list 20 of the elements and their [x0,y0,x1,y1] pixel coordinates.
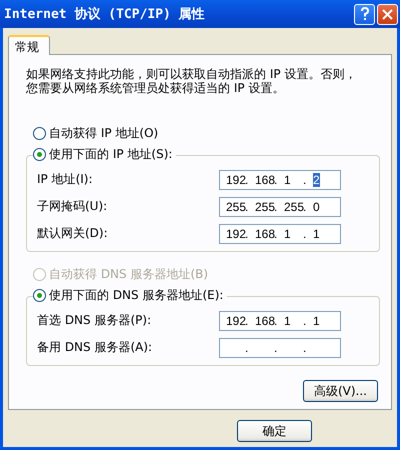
intro-text: 您需要从网络系统管理员处获得适当的 IP 设置。 [26,81,286,95]
intro-text: 如果网络支持此功能，则可以获取自动指派的 IP 设置。否则， [26,67,358,81]
advanced-button[interactable]: 高级(V)... [302,380,378,402]
window-title: Internet 协议 (TCP/IP) 属性 [4,6,206,23]
ip-address-field[interactable]: 192. 168. 1 . 1 [219,310,341,330]
ok-button[interactable]: 确定 [237,420,312,442]
field-label: IP 地址(I): [37,171,94,188]
help-icon [360,7,370,21]
close-icon [382,8,393,20]
help-button[interactable] [354,4,375,24]
ip-address-field[interactable]: 255. 255. 255. 0 [219,196,341,216]
ip-address-field[interactable]: 192. 168. 1 . 1 [219,224,341,244]
ip-address-field[interactable]: . . . [219,338,341,358]
field-label: 默认网关(D): [37,225,109,242]
field-label: 备用 DNS 服务器(A): [37,339,154,356]
tab[interactable]: 常规 [8,35,50,55]
field-label: 子网掩码(U): [37,198,108,215]
ip-address-field[interactable]: 192. 168. 1 . 2 [219,170,341,190]
field-label: 首选 DNS 服务器(P): [37,312,152,329]
close-button[interactable] [377,4,398,24]
